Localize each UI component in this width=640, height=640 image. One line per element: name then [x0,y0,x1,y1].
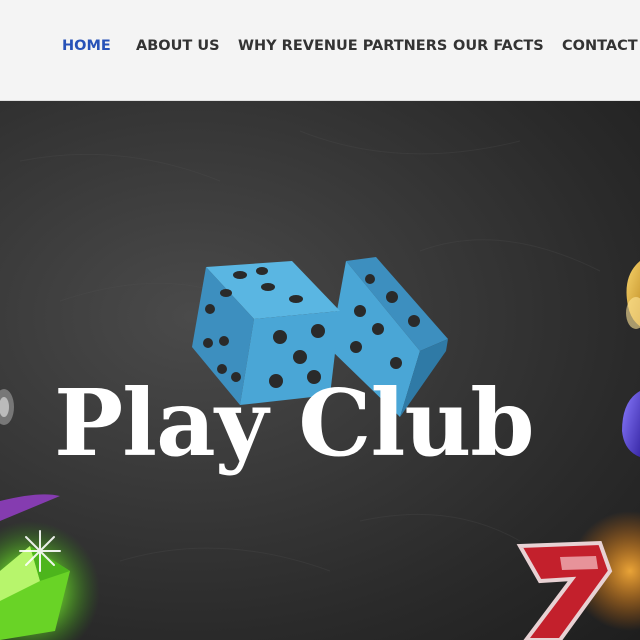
main-menu: HOME ABOUT US WHY REVENUE PARTNERS OUR F… [0,38,640,62]
nav-item-why-revenue-partners[interactable]: WHY REVENUE PARTNERS [238,38,447,54]
top-navigation-bar: HOME ABOUT US WHY REVENUE PARTNERS OUR F… [0,0,640,101]
bell-icon [626,261,640,329]
nav-item-home[interactable]: HOME [62,38,111,54]
bell-icon [0,389,14,425]
seven-icon [516,511,640,640]
brand-logo-text: Play Club [54,369,535,477]
gem-icon [0,521,100,640]
nav-item-about-us[interactable]: ABOUT US [136,38,220,54]
nav-item-our-facts[interactable]: OUR FACTS [453,38,544,54]
plum-icon [622,391,640,457]
cherry-icon [0,494,60,521]
nav-item-contact-us[interactable]: CONTACT U [562,38,640,54]
hero-banner: Play Club [0,101,640,640]
